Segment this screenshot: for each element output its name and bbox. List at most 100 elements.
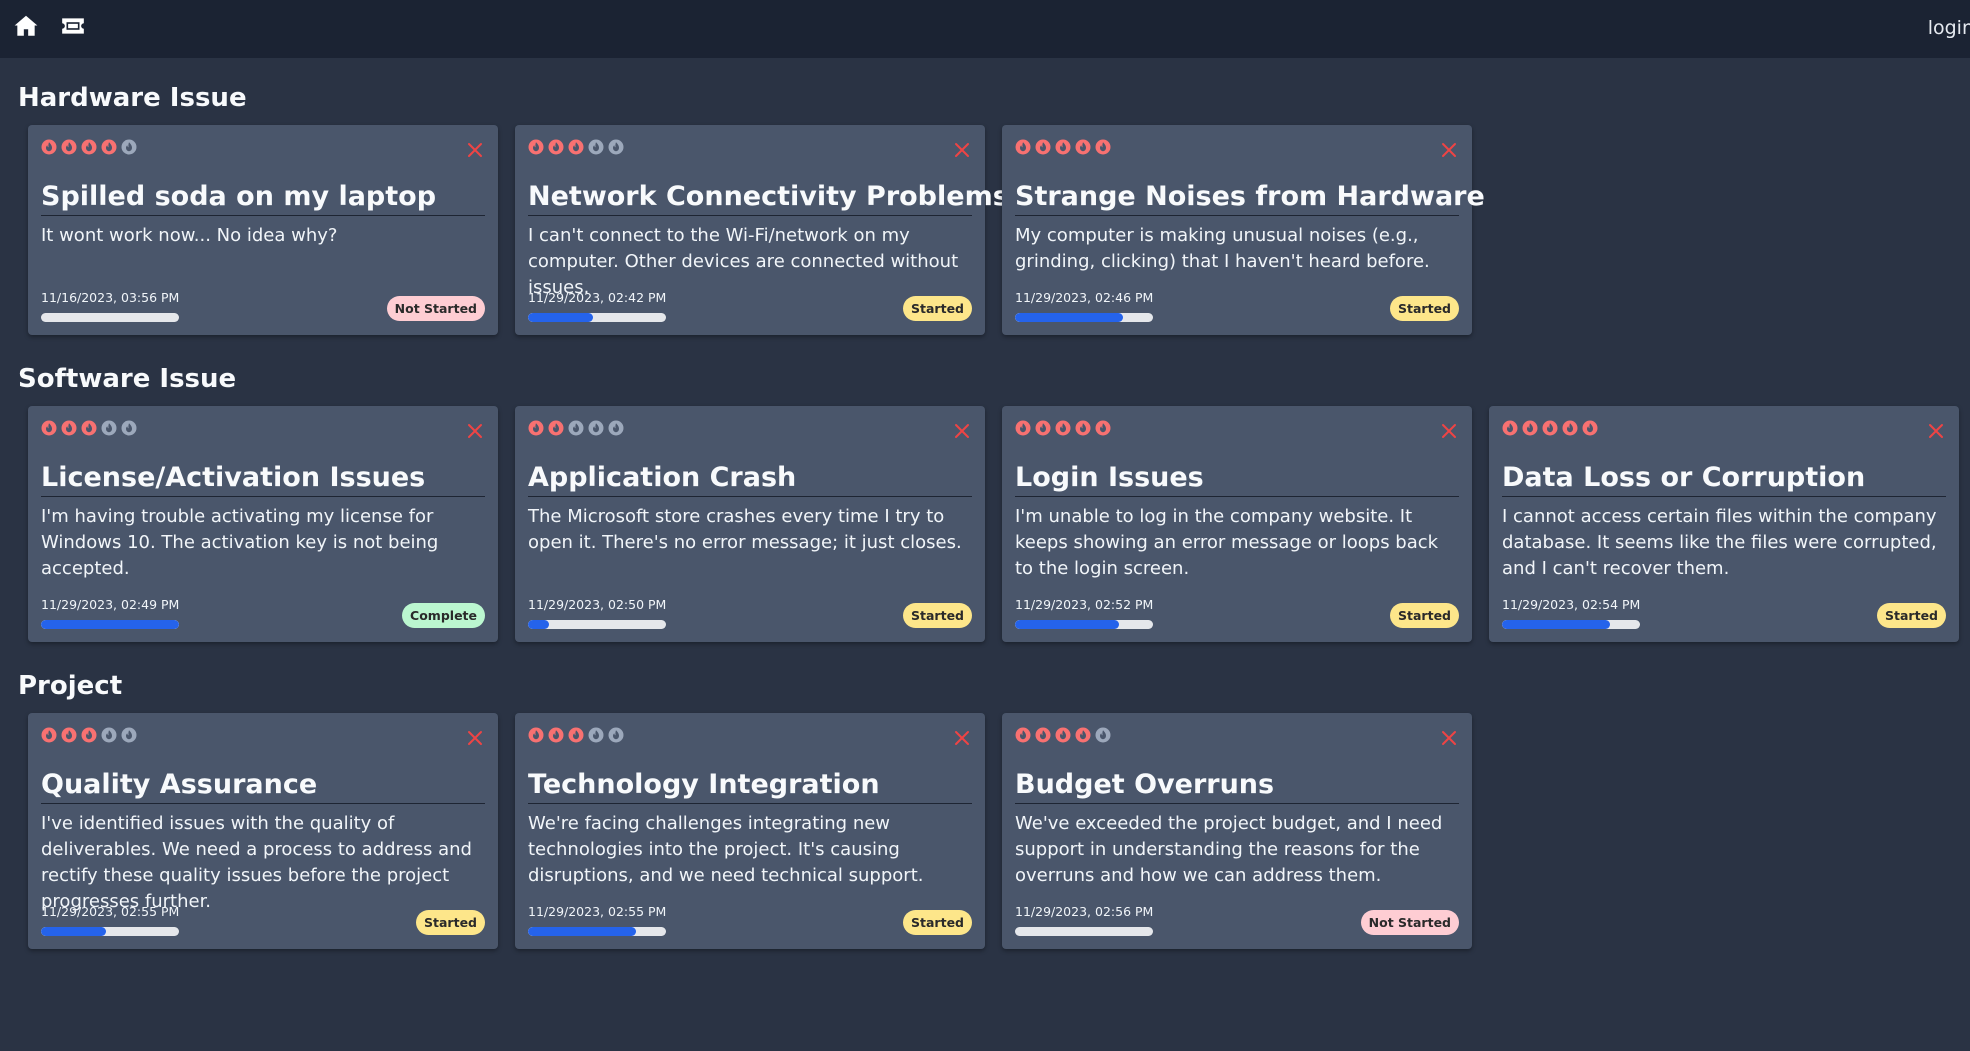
flame-icon-active[interactable] <box>1035 139 1051 155</box>
status-badge[interactable]: Complete <box>402 603 485 628</box>
flame-icon-active[interactable] <box>568 727 584 743</box>
status-badge[interactable]: Started <box>1877 603 1946 628</box>
priority-rating <box>528 420 624 436</box>
progress-fill <box>528 313 593 322</box>
flame-icon-active[interactable] <box>1035 727 1051 743</box>
flame-icon-active[interactable] <box>41 420 57 436</box>
flame-icon-active[interactable] <box>548 420 564 436</box>
status-badge[interactable]: Started <box>903 603 972 628</box>
card-title: License/Activation Issues <box>41 461 485 497</box>
ticket-card[interactable]: Data Loss or Corruption I cannot access … <box>1489 406 1959 642</box>
ticket-card[interactable]: Budget Overruns We've exceeded the proje… <box>1002 713 1472 949</box>
flame-icon-active[interactable] <box>568 139 584 155</box>
flame-icon-active[interactable] <box>81 420 97 436</box>
close-icon[interactable] <box>953 729 971 747</box>
flame-icon-inactive[interactable] <box>608 727 624 743</box>
ticket-card[interactable]: Strange Noises from Hardware My computer… <box>1002 125 1485 335</box>
flame-icon-inactive[interactable] <box>588 420 604 436</box>
flame-icon-active[interactable] <box>1015 420 1031 436</box>
card-date: 11/29/2023, 02:49 PM <box>41 597 180 612</box>
flame-icon-active[interactable] <box>1015 139 1031 155</box>
flame-icon-active[interactable] <box>61 139 77 155</box>
flame-icon-active[interactable] <box>548 727 564 743</box>
flame-icon-active[interactable] <box>1522 420 1538 436</box>
card-description: My computer is making unusual noises (e.… <box>1015 225 1430 272</box>
flame-icon-active[interactable] <box>61 727 77 743</box>
status-badge[interactable]: Started <box>1390 296 1459 321</box>
ticket-card[interactable]: License/Activation Issues I'm having tro… <box>28 406 498 642</box>
close-icon[interactable] <box>953 422 971 440</box>
flame-icon-active[interactable] <box>1095 420 1111 436</box>
status-badge[interactable]: Started <box>1390 603 1459 628</box>
status-badge[interactable]: Started <box>903 910 972 935</box>
flame-icon-inactive[interactable] <box>608 139 624 155</box>
flame-icon-active[interactable] <box>1095 139 1111 155</box>
flame-icon-inactive[interactable] <box>1095 727 1111 743</box>
flame-icon-active[interactable] <box>1075 139 1091 155</box>
close-icon[interactable] <box>466 422 484 440</box>
ticket-card[interactable]: Technology Integration We're facing chal… <box>515 713 985 949</box>
home-icon[interactable] <box>13 13 39 39</box>
flame-icon-inactive[interactable] <box>121 727 137 743</box>
flame-icon-inactive[interactable] <box>608 420 624 436</box>
flame-icon-active[interactable] <box>528 420 544 436</box>
card-date: 11/16/2023, 03:56 PM <box>41 290 180 305</box>
flame-icon-active[interactable] <box>81 139 97 155</box>
flame-icon-inactive[interactable] <box>588 727 604 743</box>
flame-icon-inactive[interactable] <box>121 139 137 155</box>
section-title-software: Software Issue <box>18 364 237 394</box>
flame-icon-active[interactable] <box>1502 420 1518 436</box>
ticket-card[interactable]: Network Connectivity Problems I can't co… <box>515 125 1009 335</box>
flame-icon-inactive[interactable] <box>101 420 117 436</box>
flame-icon-active[interactable] <box>1542 420 1558 436</box>
close-icon[interactable] <box>1440 141 1458 159</box>
flame-icon-active[interactable] <box>1055 420 1071 436</box>
status-badge[interactable]: Started <box>903 296 972 321</box>
flame-icon-active[interactable] <box>1055 139 1071 155</box>
ticket-card[interactable]: Quality Assurance I've identified issues… <box>28 713 498 949</box>
close-icon[interactable] <box>953 141 971 159</box>
section-title-project: Project <box>18 671 123 701</box>
flame-icon-active[interactable] <box>1562 420 1578 436</box>
flame-icon-active[interactable] <box>41 139 57 155</box>
flame-icon-inactive[interactable] <box>568 420 584 436</box>
flame-icon-active[interactable] <box>1075 420 1091 436</box>
close-icon[interactable] <box>1440 729 1458 747</box>
card-title: Network Connectivity Problems <box>528 180 1009 216</box>
flame-icon-active[interactable] <box>528 139 544 155</box>
status-badge[interactable]: Not Started <box>1360 910 1459 935</box>
close-icon[interactable] <box>1927 422 1945 440</box>
flame-icon-active[interactable] <box>41 727 57 743</box>
ticket-card[interactable]: Application Crash The Microsoft store cr… <box>515 406 985 642</box>
ticket-card[interactable]: Login Issues I'm unable to log in the co… <box>1002 406 1472 642</box>
flame-icon-active[interactable] <box>61 420 77 436</box>
flame-icon-active[interactable] <box>1075 727 1091 743</box>
status-badge[interactable]: Started <box>416 910 485 935</box>
progress-bar <box>41 620 179 629</box>
progress-fill <box>528 927 636 936</box>
flame-icon-active[interactable] <box>1582 420 1598 436</box>
close-icon[interactable] <box>466 729 484 747</box>
flame-icon-inactive[interactable] <box>588 139 604 155</box>
flame-icon-active[interactable] <box>1015 727 1031 743</box>
close-icon[interactable] <box>1440 422 1458 440</box>
flame-icon-active[interactable] <box>548 139 564 155</box>
card-footer: 11/16/2023, 03:56 PM Not Started <box>41 290 485 322</box>
flame-icon-inactive[interactable] <box>101 727 117 743</box>
status-badge[interactable]: Not Started <box>386 296 485 321</box>
flame-icon-active[interactable] <box>81 727 97 743</box>
card-footer: 11/29/2023, 02:42 PM Started <box>528 290 972 322</box>
flame-icon-active[interactable] <box>1035 420 1051 436</box>
flame-icon-active[interactable] <box>528 727 544 743</box>
ticket-icon[interactable] <box>60 13 86 39</box>
flame-icon-inactive[interactable] <box>121 420 137 436</box>
login-link[interactable]: login <box>1928 17 1970 39</box>
card-description: We're facing challenges integrating new … <box>528 813 924 886</box>
card-date: 11/29/2023, 02:54 PM <box>1502 597 1641 612</box>
flame-icon-active[interactable] <box>1055 727 1071 743</box>
card-footer: 11/29/2023, 02:46 PM Started <box>1015 290 1459 322</box>
flame-icon-active[interactable] <box>101 139 117 155</box>
ticket-card[interactable]: Spilled soda on my laptop It wont work n… <box>28 125 498 335</box>
card-date: 11/29/2023, 02:52 PM <box>1015 597 1154 612</box>
close-icon[interactable] <box>466 141 484 159</box>
